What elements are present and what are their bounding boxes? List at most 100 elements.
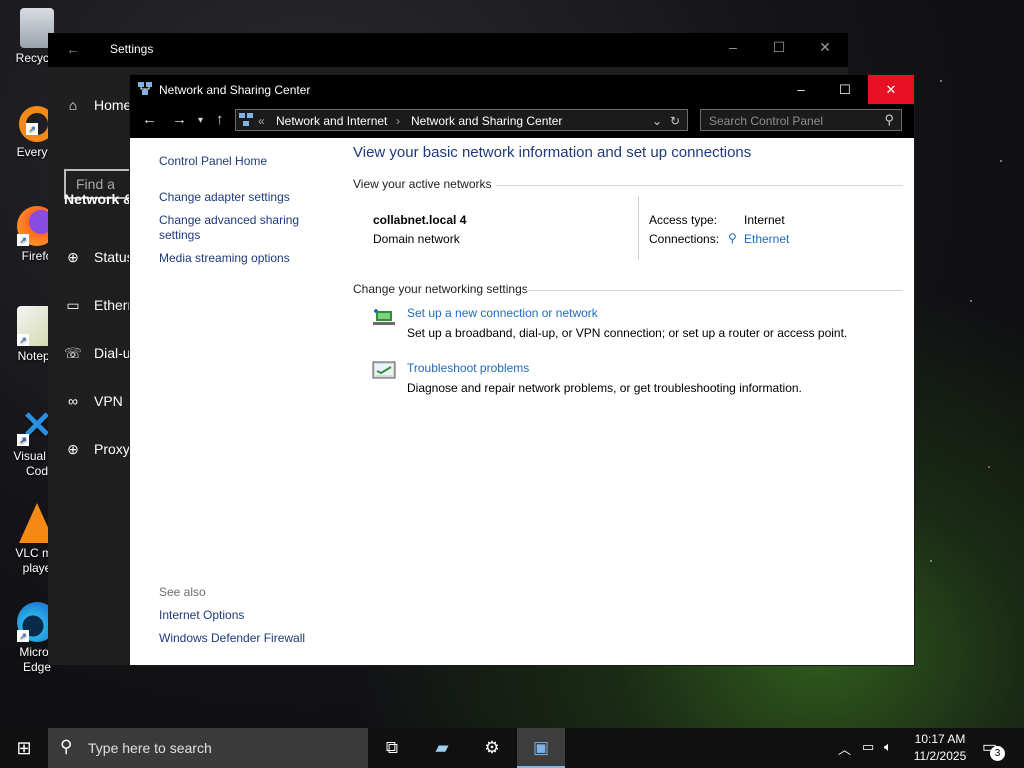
task-view-button[interactable]: ⧉	[368, 728, 416, 768]
see-also-header: See also	[159, 585, 206, 599]
taskbar-search-box[interactable]: ⚲ Type here to search	[48, 728, 368, 768]
back-arrow-icon[interactable]: ←	[66, 41, 80, 57]
control-panel-icon: ▣	[532, 738, 550, 757]
refresh-icon[interactable]: ↻	[670, 114, 680, 128]
breadcrumb-sharing-center[interactable]: Network and Sharing Center	[411, 114, 562, 128]
network-center-icon	[239, 113, 253, 126]
star	[970, 300, 972, 302]
media-streaming-options-link[interactable]: Media streaming options	[159, 251, 290, 266]
taskbar-app-settings[interactable]: ⚙	[468, 728, 516, 768]
taskbar-app-control-panel[interactable]: ▣	[517, 728, 565, 768]
network-status-icon[interactable]: ▭	[862, 739, 874, 755]
search-icon[interactable]: ⚲	[884, 112, 894, 128]
up-arrow-icon[interactable]: ↑	[216, 111, 224, 128]
change-advanced-sharing-link[interactable]: Change advanced sharing settings	[159, 213, 299, 243]
network-type: Domain network	[373, 232, 460, 246]
vpn-icon: ∞	[68, 393, 78, 409]
troubleshoot-icon	[372, 361, 396, 379]
shortcut-arrow-icon: ↗	[26, 123, 38, 135]
show-hidden-icons-chevron-icon[interactable]: ︿	[838, 739, 851, 758]
windows-defender-firewall-link[interactable]: Windows Defender Firewall	[159, 631, 305, 646]
star	[930, 560, 932, 562]
shortcut-arrow-icon: ↗	[17, 630, 29, 642]
address-dropdown-chevron-icon[interactable]: ⌄	[652, 114, 662, 128]
star	[940, 80, 942, 82]
clock-date: 11/2/2025	[913, 749, 967, 763]
section-divider	[496, 185, 903, 186]
setup-new-connection-desc: Set up a broadband, dial-up, or VPN conn…	[407, 326, 848, 340]
settings-item-label: VPN	[94, 393, 123, 409]
taskbar: ⊞ ⚲ Type here to search ⧉ ▰ ⚙ ▣ ︿ ▭ 🔈︎ 1…	[0, 728, 1024, 768]
settings-item-status[interactable]: ⊕ Status	[64, 249, 134, 266]
change-settings-header: Change your networking settings	[353, 282, 528, 296]
globe-icon: ⊕	[67, 249, 79, 265]
network-name: collabnet.local 4	[373, 213, 467, 227]
link-line1: Change advanced sharing	[159, 213, 300, 227]
shortcut-arrow-icon: ↗	[17, 434, 29, 446]
back-arrow-icon[interactable]: ←	[142, 111, 157, 128]
settings-nav: ⌂Home Find a se Network & ⊕Status ▭Ether…	[48, 67, 144, 665]
control-panel-search-input[interactable]: Search Control Panel ⚲	[700, 109, 902, 131]
globe-icon: ⊕	[67, 441, 79, 457]
forward-arrow-icon[interactable]: →	[172, 111, 187, 128]
connections-label: Connections:	[649, 232, 720, 246]
ethernet-connection-link[interactable]: Ethernet	[744, 232, 789, 246]
troubleshoot-problems-desc: Diagnose and repair network problems, or…	[407, 381, 802, 395]
breadcrumb[interactable]: « Network and Internet › Network and Sha…	[235, 109, 688, 131]
notepad-icon: ▰	[435, 738, 449, 757]
settings-item-proxy[interactable]: ⊕ Proxy	[64, 441, 130, 458]
address-bar: ← → ▾ ↑ « Network and Internet › Network…	[130, 104, 914, 139]
taskbar-search-placeholder: Type here to search	[88, 740, 212, 756]
settings-section-title: Network &	[64, 191, 134, 207]
settings-title: Settings	[110, 42, 154, 56]
section-divider	[526, 290, 903, 291]
notification-count-badge: 3	[990, 746, 1005, 761]
access-type-value: Internet	[744, 213, 785, 227]
new-connection-icon	[373, 309, 395, 325]
clock-time: 10:17 AM	[914, 732, 966, 746]
action-center-button[interactable]: ▭ 3	[982, 737, 1005, 761]
taskbar-clock[interactable]: 10:17 AM 11/2/2025	[908, 731, 972, 765]
start-button[interactable]: ⊞	[0, 728, 48, 768]
gear-icon: ⚙	[484, 738, 500, 757]
close-icon[interactable]: ✕	[802, 39, 848, 56]
cp-titlebar[interactable]: Network and Sharing Center – ☐ ✕	[130, 75, 914, 104]
control-panel-home-link[interactable]: Control Panel Home	[159, 154, 267, 169]
recent-locations-chevron-icon[interactable]: ▾	[198, 115, 203, 126]
home-icon: ⌂	[68, 97, 78, 113]
minimize-icon[interactable]: –	[778, 75, 824, 104]
breadcrumb-separator[interactable]: ›	[396, 114, 400, 128]
settings-item-ethernet[interactable]: ▭ Ethern	[64, 297, 135, 314]
maximize-icon[interactable]: ☐	[756, 39, 802, 56]
dialup-icon: ☏	[64, 345, 82, 361]
settings-item-vpn[interactable]: ∞ VPN	[64, 393, 123, 409]
settings-item-dialup[interactable]: ☏ Dial-u	[64, 345, 131, 362]
network-sharing-center-window[interactable]: Network and Sharing Center – ☐ ✕ ← → ▾ ↑…	[130, 75, 914, 665]
page-title: View your basic network information and …	[353, 144, 752, 161]
cp-body: Control Panel Home Change adapter settin…	[130, 138, 914, 665]
network-center-icon	[138, 82, 152, 95]
taskbar-app-notepad[interactable]: ▰	[418, 728, 466, 768]
link-line2: settings	[159, 228, 201, 242]
close-icon[interactable]: ✕	[868, 75, 914, 104]
star	[1000, 160, 1002, 162]
setup-new-connection-link[interactable]: Set up a new connection or network	[407, 306, 598, 320]
search-icon: ⚲	[60, 737, 73, 756]
volume-muted-icon[interactable]: 🔈︎	[884, 739, 892, 755]
troubleshoot-problems-link[interactable]: Troubleshoot problems	[407, 361, 529, 375]
internet-options-link[interactable]: Internet Options	[159, 608, 244, 623]
access-type-label: Access type:	[649, 213, 718, 227]
settings-home[interactable]: ⌂ Home	[64, 97, 132, 113]
maximize-icon[interactable]: ☐	[822, 75, 868, 104]
ethernet-connection-icon: ⚲	[728, 231, 737, 245]
change-adapter-settings-link[interactable]: Change adapter settings	[159, 190, 290, 205]
breadcrumb-overflow[interactable]: «	[258, 114, 265, 128]
breadcrumb-network-internet[interactable]: Network and Internet	[276, 114, 387, 128]
settings-titlebar[interactable]: ← Settings – ☐ ✕	[48, 33, 848, 67]
active-networks-header: View your active networks	[353, 177, 492, 191]
shortcut-arrow-icon: ↗	[17, 234, 29, 246]
minimize-icon[interactable]: –	[710, 39, 756, 55]
network-divider	[638, 196, 639, 260]
settings-item-label: Dial-u	[94, 345, 131, 361]
shortcut-arrow-icon: ↗	[17, 334, 29, 346]
